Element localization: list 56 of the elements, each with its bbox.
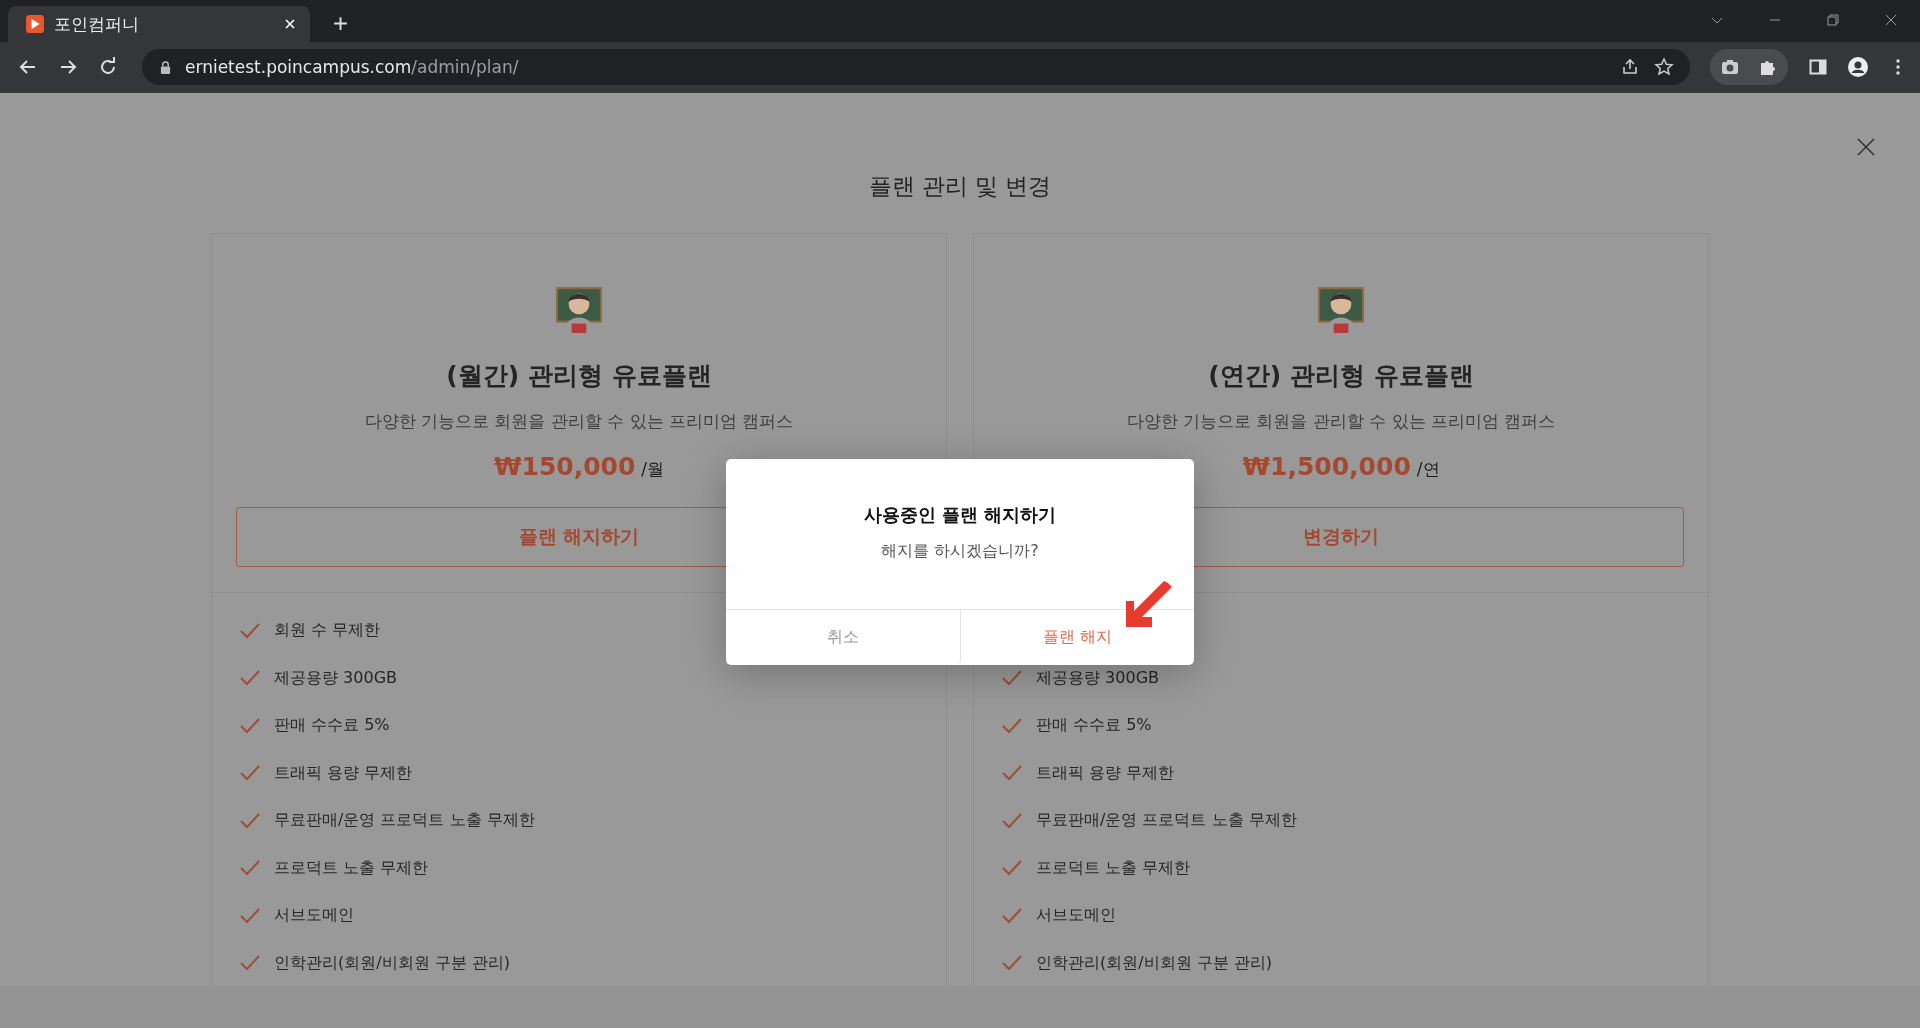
feature-text: 회원 수 무제한	[274, 620, 381, 642]
feature-text: 판매 수수료 5%	[1036, 715, 1152, 737]
check-icon	[1002, 765, 1022, 782]
feature-text: 무료판매/운영 프로덕트 노출 무제한	[1036, 810, 1297, 832]
feature-text: 판매 수수료 5%	[274, 715, 390, 737]
check-icon	[240, 670, 260, 687]
page-title: 플랜 관리 및 변경	[868, 172, 1052, 201]
feature-text: 제공용량 300GB	[1036, 667, 1159, 689]
feature-text: 서브도메인	[1036, 905, 1116, 927]
feature-text: 서브도메인	[274, 905, 354, 927]
play-icon	[26, 15, 44, 33]
side-panel-icon[interactable]	[1808, 57, 1828, 77]
check-icon	[1002, 717, 1022, 734]
star-icon[interactable]	[1654, 57, 1674, 77]
check-icon	[1002, 812, 1022, 829]
close-icon[interactable]	[1884, 13, 1898, 27]
check-icon	[240, 860, 260, 877]
feature-text: 인학관리(회원/비회원 구분 관리)	[1036, 952, 1273, 974]
feature-text: 프로덕트 노출 무제한	[1036, 857, 1191, 879]
plan-description: 다양한 기능으로 회원을 관리할 수 있는 프리미엄 캠퍼스	[1126, 410, 1556, 433]
cancel-button[interactable]: 취소	[726, 610, 961, 665]
browser-tab[interactable]: 포인컴퍼니	[8, 6, 310, 42]
check-icon	[1002, 860, 1022, 877]
plan-description: 다양한 기능으로 회원을 관리할 수 있는 프리미엄 캠퍼스	[364, 410, 794, 433]
check-icon	[240, 812, 260, 829]
check-icon	[1002, 670, 1022, 687]
address-bar[interactable]: ernietest.poincampus.com/admin/plan/	[142, 49, 1690, 85]
restore-icon[interactable]	[1826, 13, 1840, 27]
camera-icon[interactable]	[1720, 57, 1740, 77]
tab-title: 포인컴퍼니	[54, 12, 140, 36]
lock-icon[interactable]	[160, 60, 171, 74]
feature-text: 트래픽 용량 무제한	[1036, 762, 1175, 784]
plan-title: (연간) 관리형 유료플랜	[1208, 360, 1474, 392]
check-icon	[240, 955, 260, 972]
plan-price: ₩1,500,000	[1242, 452, 1411, 481]
check-icon	[1002, 955, 1022, 972]
price-unit: /월	[641, 458, 665, 481]
check-icon	[240, 717, 260, 734]
feature-text: 트래픽 용량 무제한	[274, 762, 413, 784]
share-icon[interactable]	[1620, 57, 1640, 77]
reload-icon[interactable]	[98, 57, 118, 77]
feature-text: 제공용량 300GB	[274, 667, 397, 689]
feature-text: 인학관리(회원/비회원 구분 관리)	[274, 952, 511, 974]
confirm-button[interactable]: 플랜 해지	[960, 610, 1194, 665]
check-icon	[240, 622, 260, 639]
plan-price: ₩150,000	[493, 452, 636, 481]
new-tab-icon[interactable]	[332, 15, 349, 32]
check-icon	[240, 765, 260, 782]
plan-title: (월간) 관리형 유료플랜	[446, 360, 712, 392]
check-icon	[1002, 907, 1022, 924]
price-unit: /연	[1416, 458, 1440, 481]
feature-text: 프로덕트 노출 무제한	[274, 857, 429, 879]
url-text: ernietest.poincampus.com/admin/plan/	[185, 57, 519, 77]
feature-text: 무료판매/운영 프로덕트 노출 무제한	[274, 810, 535, 832]
check-icon	[240, 907, 260, 924]
profile-icon[interactable]	[1848, 57, 1868, 77]
